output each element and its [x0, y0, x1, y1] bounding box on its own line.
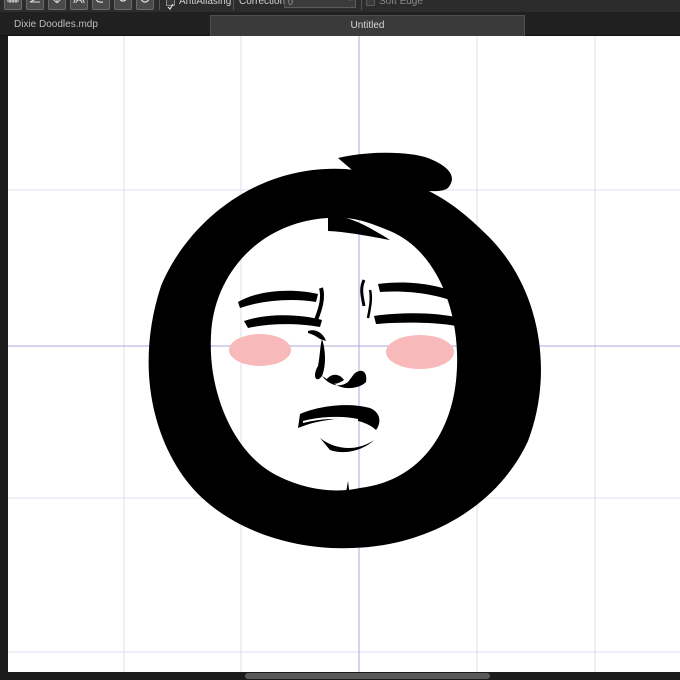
perspective-icon [53, 0, 61, 3]
soft-edge-label: Soft Edge [379, 0, 423, 7]
perspective-ruler-button[interactable] [48, 0, 66, 10]
grid-icon [7, 0, 19, 3]
toolbar-divider [361, 0, 362, 10]
tab-untitled[interactable]: Untitled [210, 15, 525, 36]
soft-edge-checkbox[interactable] [366, 0, 375, 6]
chevron-down-icon: ▾ [348, 0, 352, 3]
scrollbar-thumb[interactable] [245, 673, 490, 679]
face-drawing [148, 152, 541, 549]
straight-ruler-button[interactable] [26, 0, 44, 10]
correction-value: 0 [288, 0, 294, 7]
document-tab-bar: Dixie Doodles.mdp Untitled [0, 12, 680, 36]
left-blush [229, 334, 291, 366]
grid-ruler-button[interactable] [4, 0, 22, 10]
check-icon [167, 3, 174, 10]
concentric-ruler-button[interactable] [70, 0, 88, 10]
toolbar-divider [159, 0, 160, 10]
rotate-icon [119, 0, 127, 2]
curve-ruler-button[interactable] [92, 0, 110, 10]
ring-stroke [148, 152, 541, 549]
correction-select[interactable]: 0 ▾ [284, 0, 356, 8]
ruler-toolbar: AntiAliasing Correction 0 ▾ Soft Edge [0, 0, 680, 12]
rotate-ruler-button[interactable] [114, 0, 132, 10]
drawing-canvas[interactable] [8, 36, 680, 672]
concentric-icon [73, 0, 85, 3]
gear-icon [140, 0, 150, 3]
ruler-icon [29, 0, 40, 3]
canvas-area[interactable] [0, 36, 680, 672]
curve-icon [96, 0, 104, 3]
horizontal-scrollbar[interactable] [0, 672, 680, 680]
tab-file-name[interactable]: Dixie Doodles.mdp [14, 19, 98, 30]
ruler-settings-button[interactable] [136, 0, 154, 10]
toolbar-divider [233, 0, 234, 10]
left-eye [238, 287, 326, 341]
antialiasing-checkbox[interactable] [166, 0, 175, 10]
nose [315, 339, 367, 389]
antialiasing-label: AntiAliasing [179, 0, 232, 7]
right-blush [386, 335, 454, 369]
mouth [298, 405, 380, 453]
tab-untitled-label: Untitled [350, 20, 385, 31]
correction-label: Correction [239, 0, 286, 7]
